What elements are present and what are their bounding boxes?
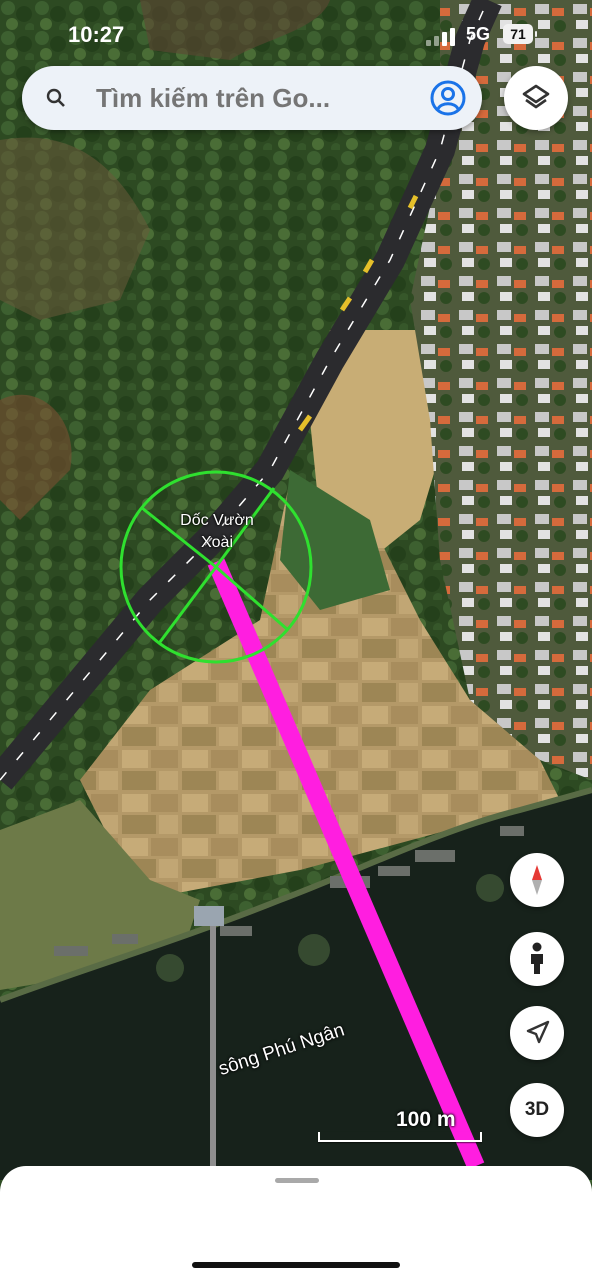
satellite-map[interactable] xyxy=(0,0,592,1280)
battery-icon: 71 xyxy=(503,24,537,44)
place-label[interactable]: Dốc Vườn Xoài xyxy=(152,510,282,554)
scale-bar xyxy=(318,1132,482,1142)
compass-button[interactable] xyxy=(510,853,564,907)
scale-label: 100 m xyxy=(396,1108,456,1131)
sheet-drag-handle[interactable] xyxy=(275,1178,319,1183)
search-input[interactable] xyxy=(96,66,416,130)
my-location-icon xyxy=(526,1020,550,1044)
compass-icon xyxy=(532,865,542,895)
search-bar[interactable] xyxy=(22,66,482,130)
street-view-button[interactable] xyxy=(510,932,564,986)
my-location-button[interactable] xyxy=(510,1006,564,1060)
place-label-line1: Dốc Vườn xyxy=(180,512,254,529)
street-view-icon xyxy=(531,942,543,974)
status-bar: 10:27 5G 71 xyxy=(0,0,592,64)
search-icon xyxy=(46,88,65,107)
account-icon[interactable] xyxy=(428,78,468,118)
home-indicator xyxy=(192,1262,400,1268)
place-label-line2: Xoài xyxy=(200,534,234,551)
network-type: 5G xyxy=(466,24,491,44)
bottom-sheet[interactable] xyxy=(0,1166,592,1280)
layers-button[interactable] xyxy=(504,66,568,130)
3d-button[interactable]: 3D xyxy=(510,1083,564,1137)
status-time: 10:27 xyxy=(68,22,125,47)
signal-icon xyxy=(426,26,460,46)
layers-icon xyxy=(522,84,550,109)
